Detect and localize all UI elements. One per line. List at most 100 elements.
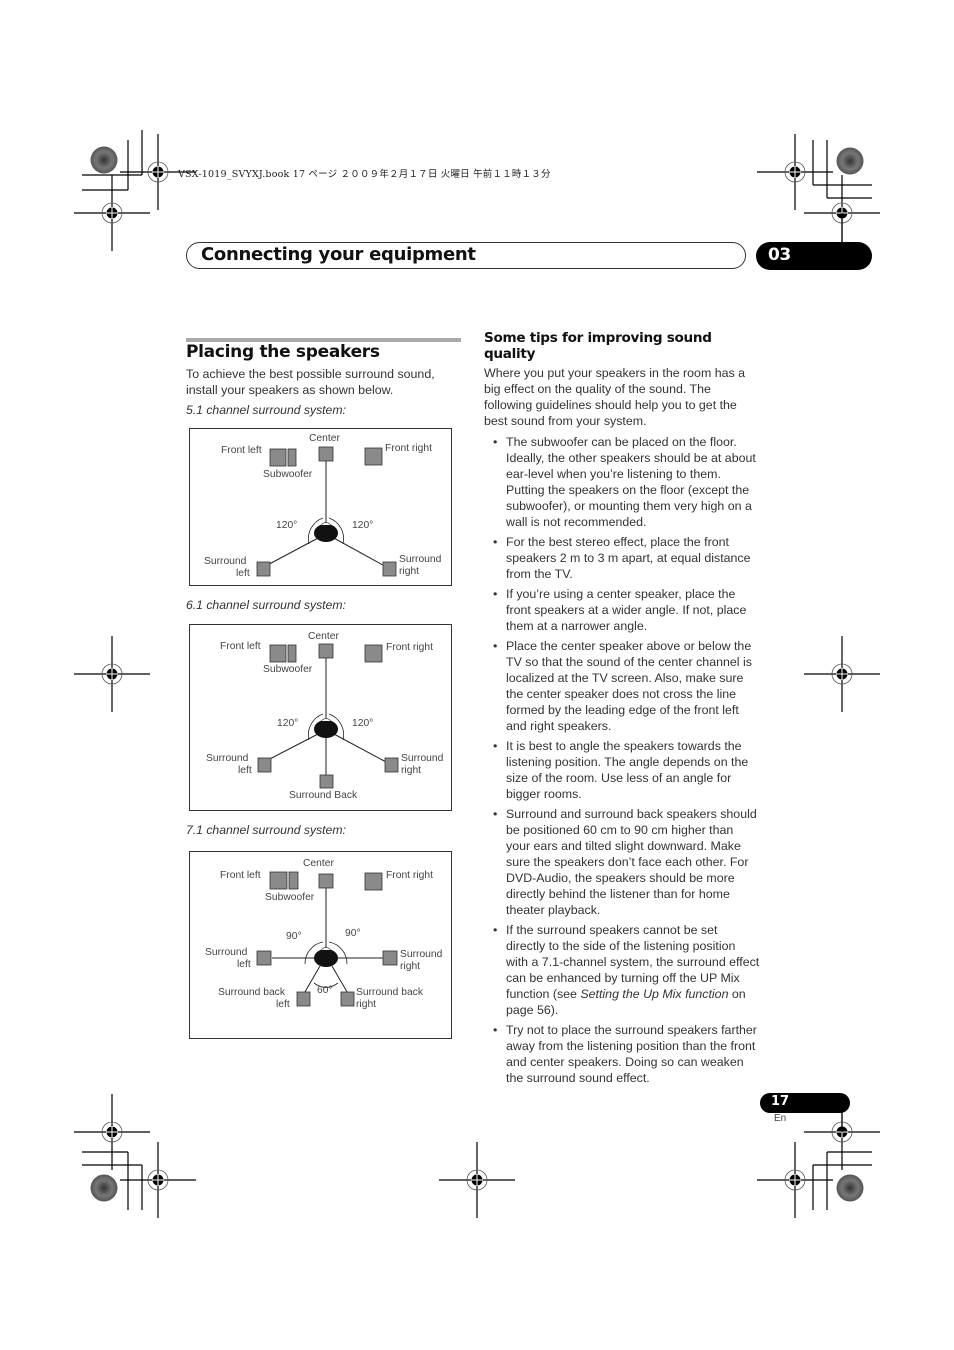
label-center: Center: [303, 858, 334, 869]
label-front-left: Front left: [220, 870, 261, 881]
diagram-7-1: Center Front left Front right Subwoofer …: [189, 851, 452, 1039]
label-surround-right-2: right: [399, 566, 420, 577]
label-surround-left: Surround: [205, 947, 248, 958]
label-surround-back-right: Surround back: [356, 987, 423, 998]
label-center: Center: [308, 631, 339, 642]
listener-icon: [314, 720, 338, 738]
diagram-6-1: Center Front left Front right Subwoofer …: [189, 624, 452, 811]
label-surround-left: Surround: [204, 556, 247, 567]
tips-title: Some tips for improving sound quality: [484, 330, 712, 362]
speaker-center: [318, 446, 334, 462]
label-front-left: Front left: [221, 445, 262, 456]
label-front-right: Front right: [385, 443, 432, 454]
label-surround-back: Surround Back: [289, 790, 358, 801]
bullet-icon: •: [493, 1023, 498, 1037]
diagram-caption-6-1: 6.1 channel surround system:: [186, 598, 346, 612]
cross-reference-link[interactable]: Setting the Up Mix function: [580, 987, 728, 1001]
bullet-icon: •: [493, 535, 498, 549]
diagram-caption-7-1: 7.1 channel surround system:: [186, 823, 346, 837]
label-surround-right: Surround: [401, 753, 444, 764]
diagram-5-1: Center Front left Front right Subwoofer …: [189, 428, 452, 586]
tip-text: Try not to place the surround speakers f…: [506, 1023, 757, 1085]
printer-marks: [73, 130, 881, 1219]
label-angle-left: 90°: [286, 931, 302, 942]
speaker-subwoofer: [287, 644, 297, 663]
speaker-surround-back-right: [340, 991, 355, 1007]
speaker-front-left: [269, 871, 288, 890]
bullet-icon: •: [493, 435, 498, 449]
tips-section: Some tips for improving sound quality Wh…: [484, 330, 760, 1090]
tip-item: • If the surround speakers cannot be set …: [484, 922, 760, 1018]
speaker-front-right: [364, 644, 383, 663]
label-angle-right: 120°: [352, 520, 374, 531]
speaker-subwoofer: [287, 448, 297, 467]
bullet-icon: •: [493, 923, 498, 937]
tip-item: • Place the center speaker above or below…: [484, 638, 760, 734]
label-angle-back: 60°: [317, 985, 333, 996]
label-front-right: Front right: [386, 642, 433, 653]
section-intro: To achieve the best possible surround so…: [186, 367, 435, 397]
tip-text: The subwoofer can be placed on the floor…: [506, 435, 756, 529]
tip-text: Place the center speaker above or below …: [506, 639, 752, 733]
speaker-center: [318, 643, 334, 659]
label-front-right: Front right: [386, 870, 433, 881]
tip-item: • The subwoofer can be placed on the floo…: [484, 434, 760, 530]
tip-text: If you’re using a center speaker, place …: [506, 587, 747, 633]
label-subwoofer: Subwoofer: [265, 892, 315, 903]
speaker-front-left: [269, 448, 287, 467]
speaker-surround-right: [382, 561, 397, 577]
label-front-left: Front left: [220, 641, 261, 652]
bullet-icon: •: [493, 739, 498, 753]
label-surround-right: Surround: [399, 554, 442, 565]
page-language: En: [774, 1113, 787, 1124]
chapter-title: Connecting your equipment: [201, 244, 476, 265]
speaker-subwoofer: [288, 871, 299, 890]
label-surround-back-left: Surround back: [218, 987, 285, 998]
label-surround-right-2: right: [401, 765, 422, 776]
section-title: Placing the speakers: [186, 342, 380, 362]
chapter-header: Connecting your equipment: [186, 242, 746, 269]
page-number: 17: [771, 1094, 790, 1109]
label-center: Center: [309, 433, 340, 444]
label-angle-right: 90°: [345, 928, 361, 939]
speaker-surround-left: [256, 561, 271, 577]
label-angle-right: 120°: [352, 718, 374, 729]
chapter-number-badge: 03: [756, 242, 872, 270]
tip-item: • It is best to angle the speakers toward…: [484, 738, 760, 802]
tip-text: Surround and surround back speakers shou…: [506, 807, 757, 917]
chapter-number: 03: [768, 245, 791, 265]
label-surround-left-2: left: [237, 959, 251, 970]
speaker-front-right: [364, 447, 383, 466]
listener-icon: [314, 524, 338, 542]
speaker-surround-left: [256, 950, 272, 966]
print-slug: VSX-1019_SVYXJ.book 17 ページ ２００９年２月１７日 火曜…: [178, 169, 551, 180]
label-surround-back-right-2: right: [356, 999, 377, 1010]
label-surround-left-2: left: [238, 765, 252, 776]
listener-icon: [314, 949, 338, 967]
speaker-front-left: [269, 644, 287, 663]
tip-item: • For the best stereo effect, place the f…: [484, 534, 760, 582]
speaker-center: [318, 873, 334, 889]
tip-item: • Surround and surround back speakers sho…: [484, 806, 760, 918]
label-subwoofer: Subwoofer: [263, 469, 313, 480]
tip-item: • If you’re using a center speaker, place…: [484, 586, 760, 634]
label-surround-right-2: right: [400, 961, 421, 972]
label-subwoofer: Subwoofer: [263, 664, 313, 675]
tips-intro: Where you put your speakers in the room …: [484, 366, 746, 428]
diagram-caption-5-1: 5.1 channel surround system:: [186, 403, 346, 417]
tip-text: For the best stereo effect, place the fr…: [506, 535, 751, 581]
label-surround-back-left-2: left: [276, 999, 290, 1010]
speaker-surround-left: [257, 757, 272, 773]
speaker-front-right: [364, 872, 383, 891]
label-surround-left-2: left: [236, 568, 250, 579]
speaker-surround-right: [382, 950, 398, 966]
label-angle-left: 120°: [277, 718, 299, 729]
bullet-icon: •: [493, 807, 498, 821]
speaker-surround-right: [384, 757, 399, 773]
tip-text: It is best to angle the speakers towards…: [506, 739, 749, 801]
speaker-surround-back: [319, 774, 334, 789]
speaker-surround-back-left: [296, 991, 311, 1007]
label-angle-left: 120°: [276, 520, 298, 531]
bullet-icon: •: [493, 587, 498, 601]
tips-list: • The subwoofer can be placed on the floo…: [484, 434, 760, 1086]
